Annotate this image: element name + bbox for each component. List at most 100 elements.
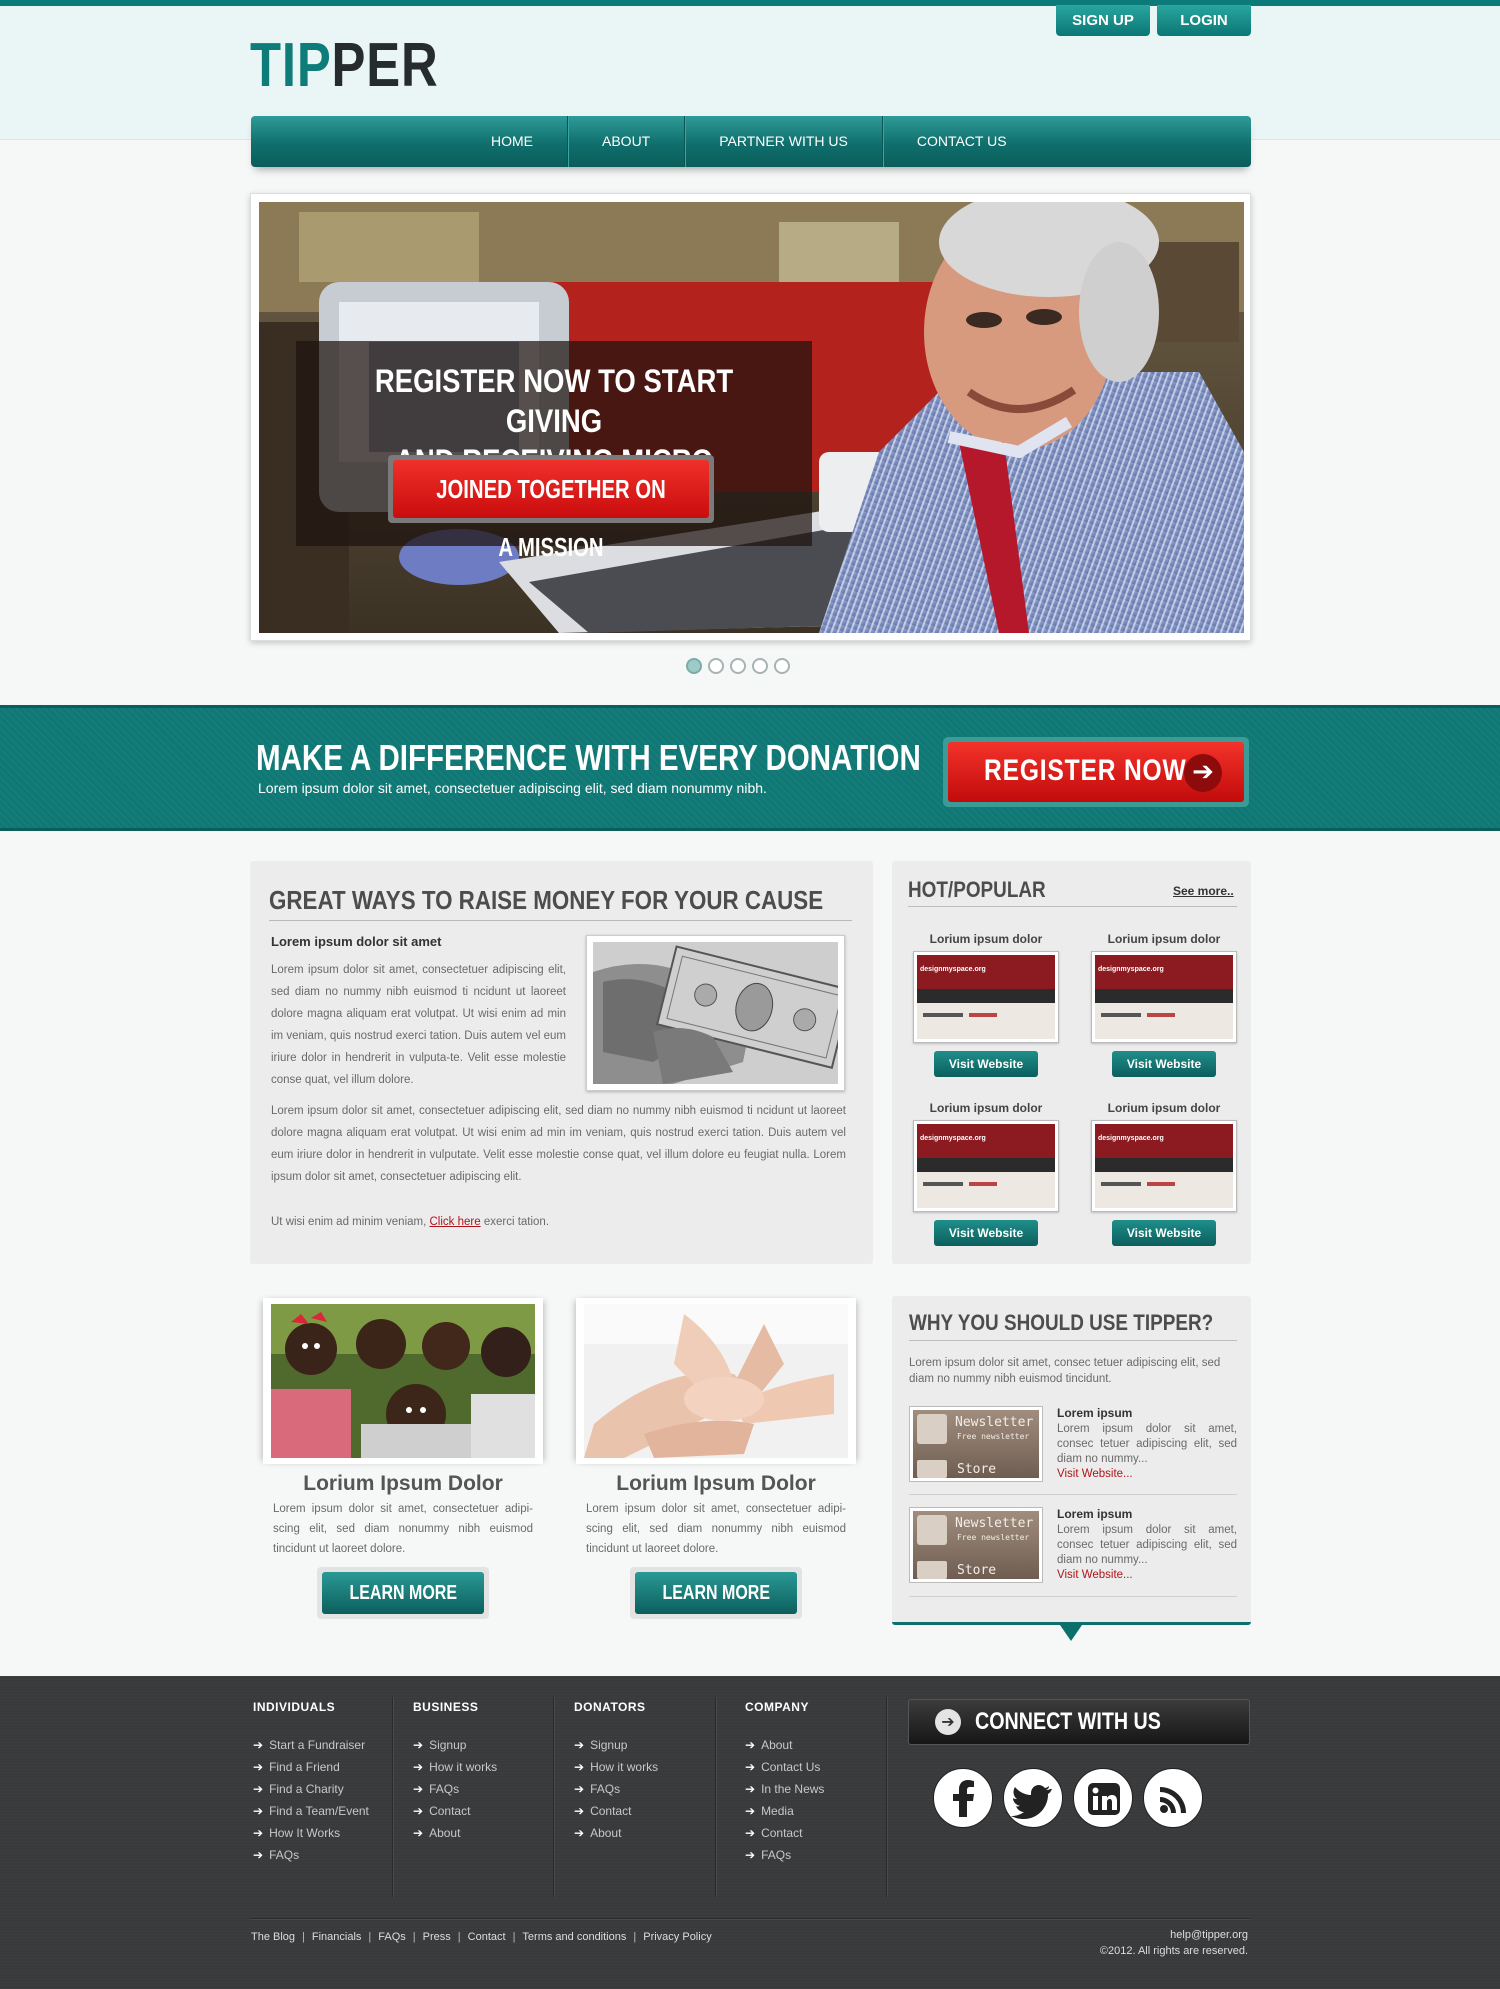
newsletter-image-title: Newsletter (955, 1415, 1034, 1430)
raise-paragraph-3: Ut wisi enim ad minim veniam, Click here… (271, 1211, 549, 1233)
footer-bottom-link[interactable]: Financials (312, 1931, 362, 1943)
footer-link[interactable]: ➔ Find a Team/Event (253, 1800, 369, 1822)
footer-link[interactable]: ➔ How it works (574, 1756, 658, 1778)
footer-link[interactable]: ➔ Contact (413, 1800, 497, 1822)
footer-link-label: Contact (590, 1804, 632, 1818)
footer-link-label: Find a Charity (269, 1782, 344, 1796)
footer-divider (886, 1697, 887, 1897)
footer-bottom-link[interactable]: Press (423, 1931, 451, 1943)
visit-website-button[interactable]: Visit Website (1112, 1220, 1216, 1246)
connect-with-us-title: CONNECT WITH US (975, 1708, 1161, 1735)
hot-item-title: Lorium ipsum dolor (1107, 932, 1221, 946)
slider-dot-2[interactable] (708, 658, 724, 674)
footer-link[interactable]: ➔ About (413, 1822, 497, 1844)
footer-link-label: Contact (761, 1826, 803, 1840)
footer-link-label: How it works (429, 1760, 498, 1774)
nav-item-about[interactable]: ABOUT (568, 116, 686, 167)
footer-bottom-link[interactable]: Terms and conditions (522, 1931, 626, 1943)
learn-more-label: LEARN MORE (349, 1582, 457, 1604)
footer-link[interactable]: ➔ Signup (574, 1734, 658, 1756)
footer-bottom-link[interactable]: FAQs (378, 1931, 406, 1943)
linkedin-icon[interactable] (1073, 1768, 1133, 1828)
learn-more-button[interactable]: LEARN MORE (630, 1567, 802, 1619)
website-thumbnail[interactable]: designmyspace.org (913, 951, 1059, 1043)
newsletter-image[interactable]: Newsletter Free newsletter Store (909, 1406, 1043, 1482)
click-here-link[interactable]: Click here (429, 1216, 480, 1228)
facebook-icon[interactable] (933, 1768, 993, 1828)
visit-website-link[interactable]: Visit Website... (1057, 1468, 1237, 1480)
website-thumbnail[interactable]: designmyspace.org (1091, 1120, 1237, 1212)
website-thumbnail[interactable]: designmyspace.org (1091, 951, 1237, 1043)
divider (908, 906, 1237, 907)
arrow-right-icon: ➔ (745, 1760, 756, 1774)
register-now-button[interactable]: REGISTER NOW ➔ (943, 737, 1249, 807)
footer-link[interactable]: ➔ FAQs (574, 1778, 658, 1800)
visit-website-button[interactable]: Visit Website (1112, 1051, 1216, 1077)
footer-link[interactable]: ➔ FAQs (413, 1778, 497, 1800)
footer-bottom-link[interactable]: Contact (468, 1931, 506, 1943)
thumbnail-site-name: designmyspace.org (1098, 966, 1164, 973)
logo[interactable]: TIPPER (250, 30, 439, 101)
footer-link-label: FAQs (269, 1848, 300, 1862)
slider-dot-3[interactable] (730, 658, 746, 674)
newsletter-image-store: Store (957, 1462, 997, 1477)
footer-link-label: Find a Team/Event (269, 1804, 369, 1818)
visit-website-link[interactable]: Visit Website... (1057, 1569, 1237, 1581)
visit-website-button[interactable]: Visit Website (934, 1051, 1038, 1077)
hot-popular-title: HOT/POPULAR (908, 877, 1046, 902)
arrow-right-icon: ➔ (574, 1782, 585, 1796)
newsletter-image[interactable]: Newsletter Free newsletter Store (909, 1507, 1043, 1583)
see-more-link[interactable]: See more.. (1173, 884, 1234, 898)
divider (909, 1340, 1237, 1341)
footer-bottom-link[interactable]: The Blog (251, 1931, 295, 1943)
footer-link-label: Start a Fundraiser (269, 1738, 366, 1752)
visit-website-button[interactable]: Visit Website (934, 1220, 1038, 1246)
raise-money-title-text: GREAT WAYS TO RAISE MONEY FOR YOUR CAUSE (269, 885, 824, 915)
learn-more-button[interactable]: LEARN MORE (317, 1567, 489, 1619)
login-button[interactable]: LOGIN (1157, 5, 1251, 36)
signup-button[interactable]: SIGN UP (1056, 5, 1150, 36)
arrow-right-icon: ➔ (253, 1848, 264, 1862)
slider-dot-4[interactable] (752, 658, 768, 674)
arrow-right-icon: ➔ (574, 1804, 585, 1818)
twitter-icon[interactable] (1003, 1768, 1063, 1828)
feature-description: Lorem ipsum dolor sit amet, consectetuer… (586, 1503, 846, 1555)
mission-button[interactable]: JOINED TOGETHER ON A MISSION (388, 455, 714, 562)
nav-item-home[interactable]: HOME (457, 116, 568, 167)
footer-column-company: COMPANY ➔ About ➔ Contact Us ➔ In the News … (745, 1700, 824, 1866)
footer-link[interactable]: ➔ Media (745, 1800, 824, 1822)
footer-link[interactable]: ➔ How it works (413, 1756, 497, 1778)
why-tipper-text: Lorem ipsum dolor sit amet, consec tetue… (909, 1357, 1221, 1385)
thumbnail-site-name: designmyspace.org (920, 1135, 986, 1142)
slider-dot-1[interactable] (686, 658, 702, 674)
footer-column-individuals: INDIVIDUALS ➔ Start a Fundraiser ➔ Find a … (253, 1700, 369, 1866)
arrow-right-icon: ➔ (413, 1738, 424, 1752)
footer-link[interactable]: ➔ Contact (574, 1800, 658, 1822)
footer-link[interactable]: ➔ Contact Us (745, 1756, 824, 1778)
footer-bottom-link[interactable]: Privacy Policy (643, 1931, 711, 1943)
footer-link[interactable]: ➔ In the News (745, 1778, 824, 1800)
nav-item-contact[interactable]: CONTACT US (883, 116, 1041, 167)
footer-link[interactable]: ➔ Signup (413, 1734, 497, 1756)
arrow-right-icon: ➔ (413, 1826, 424, 1840)
nav-item-partner[interactable]: PARTNER WITH US (685, 116, 883, 167)
newsletter-image-store: Store (957, 1563, 997, 1578)
rss-icon[interactable] (1143, 1768, 1203, 1828)
footer-link[interactable]: ➔ Start a Fundraiser (253, 1734, 369, 1756)
footer-link[interactable]: ➔ FAQs (745, 1844, 824, 1866)
contact-email[interactable]: help@tipper.org (1170, 1929, 1248, 1941)
hot-item: Lorium ipsum dolor designmyspace.org Vis… (906, 932, 1066, 1077)
footer-link[interactable]: ➔ Find a Friend (253, 1756, 369, 1778)
slider-dot-5[interactable] (774, 658, 790, 674)
feature-card: Lorium Ipsum Dolor Lorem ipsum dolor sit… (263, 1298, 543, 1619)
logo-part-1: TIP (250, 31, 332, 100)
footer-link[interactable]: ➔ Contact (745, 1822, 824, 1844)
footer-link[interactable]: ➔ About (745, 1734, 824, 1756)
why-item: Newsletter Free newsletter Store Lorem ips… (909, 1507, 1237, 1583)
footer-link[interactable]: ➔ How It Works (253, 1822, 369, 1844)
footer-link[interactable]: ➔ FAQs (253, 1844, 369, 1866)
footer-link[interactable]: ➔ Find a Charity (253, 1778, 369, 1800)
footer-link[interactable]: ➔ About (574, 1822, 658, 1844)
website-thumbnail[interactable]: designmyspace.org (913, 1120, 1059, 1212)
feature-title: Lorium Ipsum Dolor (616, 1472, 816, 1495)
